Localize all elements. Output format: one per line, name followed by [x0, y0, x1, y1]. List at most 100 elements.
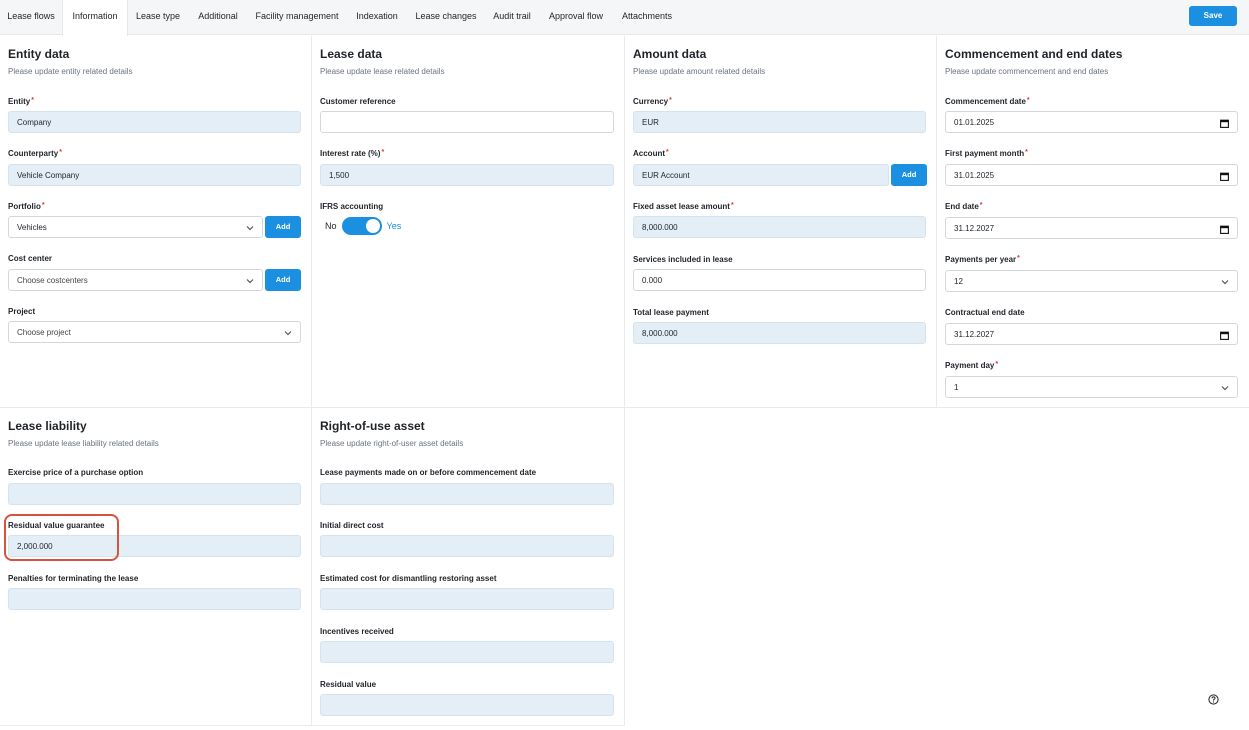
- penalties-label: Penalties for terminating the lease: [8, 574, 139, 583]
- services-input[interactable]: 0.000: [633, 269, 926, 291]
- chevron-down-icon: [246, 270, 254, 290]
- label-text: Currency: [633, 97, 669, 106]
- calendar-icon[interactable]: [1220, 165, 1229, 185]
- required-marker: *: [1017, 255, 1020, 262]
- entity-field[interactable]: Company: [8, 111, 301, 133]
- label-text: Commencement date: [945, 97, 1026, 106]
- currency-label: Currency*: [633, 97, 672, 106]
- required-marker: *: [31, 97, 34, 104]
- payments-per-year-label: Payments per year*: [945, 255, 1020, 264]
- first-payment-date-input[interactable]: 31.01.2025: [945, 164, 1238, 186]
- required-marker: *: [669, 97, 672, 104]
- calendar-icon[interactable]: [1220, 112, 1229, 132]
- dismantling-cost-label: Estimated cost for dismantling restoring…: [320, 574, 497, 583]
- ifrs-toggle[interactable]: [341, 217, 382, 235]
- exercise-price-field[interactable]: [8, 483, 301, 505]
- chevron-down-icon: [1221, 377, 1229, 397]
- ifrs-yes-label: Yes: [386, 221, 402, 231]
- payments-before-label: Lease payments made on or before commenc…: [320, 468, 537, 477]
- label-text: End date: [945, 202, 979, 211]
- panel-title: Right-of-use asset: [320, 419, 425, 433]
- project-placeholder: Choose project: [17, 328, 71, 337]
- first-payment-value: 31.01.2025: [954, 171, 995, 180]
- tab-information[interactable]: Information: [62, 0, 128, 36]
- add-portfolio-button[interactable]: Add: [265, 216, 301, 238]
- panel-subtitle: Please update amount related details: [633, 67, 766, 76]
- tab-facility-management[interactable]: Facility management: [248, 0, 346, 35]
- project-label: Project: [8, 307, 36, 316]
- tab-lease-flows[interactable]: Lease flows: [0, 0, 62, 35]
- tab-audit-trail[interactable]: Audit trail: [484, 0, 540, 35]
- commencement-value: 01.01.2025: [954, 118, 995, 127]
- exercise-price-label: Exercise price of a purchase option: [8, 468, 144, 477]
- first-payment-label: First payment month*: [945, 149, 1028, 158]
- panel-subtitle: Please update lease related details: [320, 67, 445, 76]
- entity-data-panel: Entity data Please update entity related…: [0, 36, 312, 408]
- currency-field[interactable]: EUR: [633, 111, 926, 133]
- required-marker: *: [995, 361, 999, 368]
- costcenter-select[interactable]: Choose costcenters: [8, 269, 263, 291]
- tab-lease-type[interactable]: Lease type: [128, 0, 188, 35]
- interest-rate-label: Interest rate (%)*: [320, 149, 384, 158]
- highlight-annotation: [4, 514, 119, 561]
- counterparty-field[interactable]: Vehicle Company: [8, 164, 301, 186]
- payments-per-year-select[interactable]: 12: [945, 270, 1238, 292]
- costcenter-placeholder: Choose costcenters: [17, 276, 88, 285]
- label-text: Counterparty: [8, 149, 59, 158]
- ifrs-toggle-row: No Yes: [325, 217, 401, 235]
- customer-reference-input[interactable]: [320, 111, 614, 133]
- counterparty-label: Counterparty*: [8, 149, 62, 158]
- tab-indexation[interactable]: Indexation: [346, 0, 408, 35]
- right-of-use-panel: Right-of-use asset Please update right-o…: [312, 408, 625, 726]
- fixed-asset-field[interactable]: 8,000.000: [633, 216, 926, 238]
- chevron-down-icon: [284, 322, 292, 342]
- toggle-knob: [365, 219, 380, 233]
- label-text: Payment day: [945, 361, 995, 370]
- residual-value-field[interactable]: [320, 694, 614, 716]
- save-button[interactable]: Save: [1189, 6, 1237, 26]
- dismantling-cost-field[interactable]: [320, 588, 614, 610]
- services-label: Services included in lease: [633, 255, 733, 264]
- tab-attachments[interactable]: Attachments: [612, 0, 682, 35]
- account-field[interactable]: EUR Account: [633, 164, 889, 186]
- add-account-button[interactable]: Add: [891, 164, 927, 186]
- required-marker: *: [381, 149, 385, 156]
- end-date-input[interactable]: 31.12.2027: [945, 217, 1238, 239]
- portfolio-select[interactable]: Vehicles: [8, 216, 263, 238]
- label-text: First payment month: [945, 149, 1025, 158]
- project-select[interactable]: Choose project: [8, 321, 301, 343]
- tab-lease-changes[interactable]: Lease changes: [408, 0, 484, 35]
- tab-approval-flow[interactable]: Approval flow: [540, 0, 612, 35]
- label-text: Fixed asset lease amount: [633, 202, 730, 211]
- calendar-icon[interactable]: [1220, 218, 1229, 238]
- penalties-field[interactable]: [8, 588, 301, 610]
- contractual-end-date-input[interactable]: 31.12.2027: [945, 323, 1238, 345]
- required-marker: *: [979, 202, 983, 209]
- interest-rate-field[interactable]: 1,500: [320, 164, 614, 186]
- help-icon[interactable]: [1208, 692, 1219, 705]
- add-costcenter-button[interactable]: Add: [265, 269, 301, 291]
- panel-subtitle: Please update lease liability related de…: [8, 439, 159, 448]
- payment-day-select[interactable]: 1: [945, 376, 1238, 398]
- fixed-asset-label: Fixed asset lease amount*: [633, 202, 734, 211]
- incentives-field[interactable]: [320, 641, 614, 663]
- customer-reference-label: Customer reference: [320, 97, 396, 106]
- required-marker: *: [666, 149, 669, 156]
- panel-subtitle: Please update commencement and end dates: [945, 67, 1109, 76]
- panel-subtitle: Please update right-of-user asset detail…: [320, 439, 464, 448]
- ifrs-label: IFRS accounting: [320, 202, 384, 211]
- calendar-icon[interactable]: [1220, 324, 1229, 344]
- costcenter-label: Cost center: [8, 254, 53, 263]
- payment-day-label: Payment day*: [945, 361, 998, 370]
- tab-bar: Lease flows Information Lease type Addit…: [0, 0, 1249, 36]
- residual-value-label: Residual value: [320, 680, 377, 689]
- required-marker: *: [1025, 149, 1028, 156]
- contractual-end-value: 31.12.2027: [954, 330, 995, 339]
- tab-additional[interactable]: Additional: [188, 0, 248, 35]
- panel-title: Commencement and end dates: [945, 47, 1123, 61]
- total-lease-field[interactable]: 8,000.000: [633, 322, 926, 344]
- required-marker: *: [730, 202, 734, 209]
- commencement-date-input[interactable]: 01.01.2025: [945, 111, 1238, 133]
- initial-direct-cost-field[interactable]: [320, 535, 614, 557]
- payments-before-field[interactable]: [320, 483, 614, 505]
